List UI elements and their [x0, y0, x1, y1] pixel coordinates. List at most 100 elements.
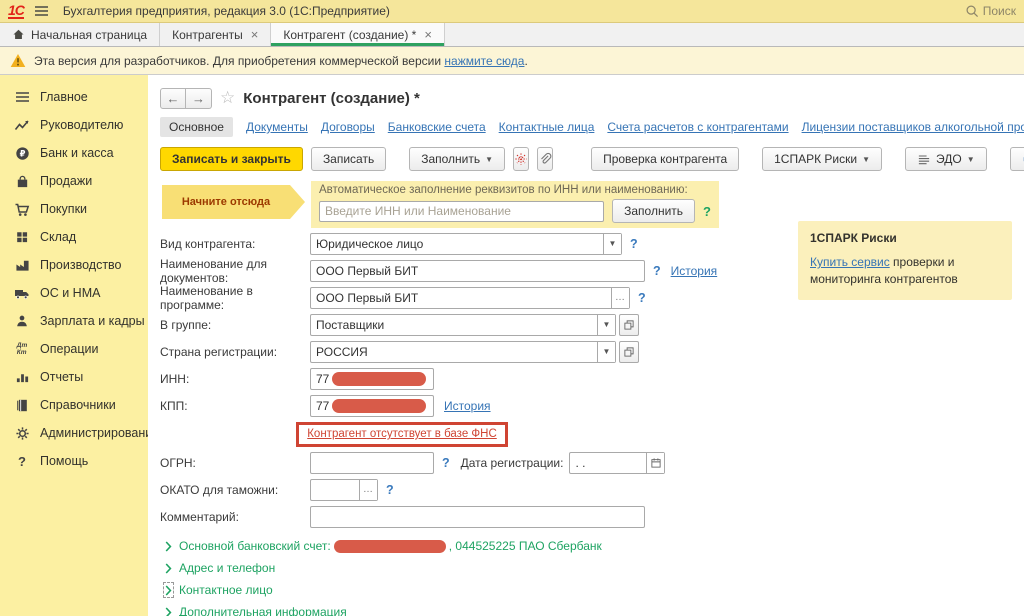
- section-bank-account[interactable]: Основной банковский счет:, 044525225 ПАО…: [160, 535, 1024, 557]
- help-icon[interactable]: ?: [386, 483, 394, 497]
- doc-name-history-link[interactable]: История: [671, 264, 718, 278]
- doc-name-input[interactable]: [310, 260, 645, 282]
- edo-button[interactable]: ЭДО▼: [905, 147, 987, 171]
- buy-service-link[interactable]: Купить сервис: [810, 255, 890, 269]
- prog-name-input[interactable]: …: [310, 287, 630, 309]
- section-address-phone[interactable]: Адрес и телефон: [160, 557, 1024, 579]
- sidebar-item-bank-i-kassa[interactable]: ₽ Банк и касса: [0, 139, 148, 167]
- ellipsis-icon[interactable]: …: [359, 480, 377, 500]
- banner-text: Эта версия для разработчиков. Для приобр…: [34, 54, 528, 68]
- sidebar-item-prodazhi[interactable]: Продажи: [0, 167, 148, 195]
- sidebar-item-glavnoe[interactable]: Главное: [0, 83, 148, 111]
- paperclip-icon: [538, 152, 552, 166]
- section-extra-info[interactable]: Дополнительная информация: [160, 601, 1024, 616]
- field-label: Наименование для документов:: [160, 257, 310, 285]
- form-row-ogrn: ОГРН: ? Дата регистрации:: [160, 449, 1024, 476]
- form-row-kpp: КПП: История: [160, 392, 1024, 419]
- back-button[interactable]: ←: [160, 88, 186, 109]
- inn-or-name-input[interactable]: [319, 201, 604, 222]
- ogrn-input[interactable]: [310, 452, 434, 474]
- banner-link[interactable]: нажмите сюда: [444, 54, 524, 68]
- factory-icon: [13, 258, 31, 272]
- warning-icon: [10, 53, 26, 68]
- help-icon[interactable]: ?: [653, 264, 661, 278]
- spark-risks-panel: 1СПАРК Риски Купить сервис проверки и мо…: [798, 221, 1012, 300]
- sidebar-item-sklad[interactable]: Склад: [0, 223, 148, 251]
- tab-home[interactable]: Начальная страница: [0, 23, 160, 46]
- chevron-down-icon[interactable]: ▼: [597, 342, 615, 362]
- autofill-help-icon[interactable]: ?: [703, 204, 711, 219]
- help-icon[interactable]: ?: [638, 291, 646, 305]
- field-label: ОКАТО для таможни:: [160, 483, 310, 497]
- field-label: КПП:: [160, 399, 310, 413]
- forward-button[interactable]: →: [186, 88, 212, 109]
- okato-input[interactable]: …: [310, 479, 378, 501]
- nav-osnovnoe[interactable]: Основное: [160, 117, 233, 137]
- favorite-star-icon[interactable]: ☆: [220, 88, 235, 108]
- sidebar-item-pomosch[interactable]: ? Помощь: [0, 447, 148, 475]
- kpp-history-link[interactable]: История: [444, 399, 491, 413]
- form-row-comment: Комментарий:: [160, 503, 1024, 530]
- chevron-right-icon: [160, 541, 176, 552]
- fns-alert-box: Контрагент отсутствует в базе ФНС: [296, 422, 508, 447]
- ellipsis-icon[interactable]: …: [611, 288, 629, 308]
- open-item-button[interactable]: [619, 314, 639, 336]
- comment-input[interactable]: [310, 506, 645, 528]
- chevron-right-icon: [160, 607, 176, 616]
- tab-kontragenty[interactable]: Контрагенты ×: [160, 23, 271, 46]
- sidebar-item-spravochniki[interactable]: Справочники: [0, 391, 148, 419]
- close-icon[interactable]: ×: [251, 27, 259, 42]
- section-contact-person[interactable]: Контактное лицо: [160, 579, 1024, 601]
- nav-dogovory[interactable]: Договоры: [321, 120, 375, 134]
- open-item-button[interactable]: [619, 341, 639, 363]
- main-content: ← → ☆ Контрагент (создание) * Основное Д…: [148, 75, 1024, 616]
- calendar-icon[interactable]: [646, 453, 664, 473]
- attachment-button[interactable]: [537, 147, 553, 171]
- chevron-down-icon[interactable]: ▼: [603, 234, 621, 254]
- sidebar-item-pokupki[interactable]: Покупки: [0, 195, 148, 223]
- sidebar-item-otchety[interactable]: Отчеты: [0, 363, 148, 391]
- global-search[interactable]: Поиск: [965, 4, 1016, 18]
- sidebar-item-proizvodstvo[interactable]: Производство: [0, 251, 148, 279]
- section-label: Основной банковский счет:, 044525225 ПАО…: [179, 539, 602, 553]
- help-icon[interactable]: ?: [630, 237, 638, 251]
- help-icon[interactable]: ?: [442, 456, 450, 470]
- fns-missing-link[interactable]: Контрагент отсутствует в базе ФНС: [307, 428, 497, 440]
- chevron-down-icon[interactable]: ▼: [597, 315, 615, 335]
- sidebar-item-rukovoditelyu[interactable]: Руководителю: [0, 111, 148, 139]
- nav-scheta-raschetov[interactable]: Счета расчетов с контрагентами: [607, 120, 788, 134]
- country-select[interactable]: ▼: [310, 341, 616, 363]
- kpp-input[interactable]: [310, 395, 434, 417]
- nav-kontaktnye-lica[interactable]: Контактные лица: [499, 120, 595, 134]
- chevron-right-icon: [165, 585, 172, 596]
- inn-input[interactable]: [310, 368, 434, 390]
- nav-dokumenty[interactable]: Документы: [246, 120, 308, 134]
- sidebar-item-operacii[interactable]: ДтКт Операции: [0, 335, 148, 363]
- reg-date-input[interactable]: [569, 452, 665, 474]
- form-row-okato: ОКАТО для таможни: … ?: [160, 476, 1024, 503]
- field-label: Дата регистрации:: [461, 456, 564, 470]
- envelope-button[interactable]: Конверт: [1010, 147, 1024, 171]
- hamburger-menu-icon[interactable]: [34, 5, 49, 17]
- field-label: ИНН:: [160, 372, 310, 386]
- sidebar-item-administrirovanie[interactable]: Администрирование: [0, 419, 148, 447]
- kind-select[interactable]: ▼: [310, 233, 622, 255]
- group-select[interactable]: ▼: [310, 314, 616, 336]
- spark-risks-button[interactable]: 1СПАРК Риски▼: [762, 147, 882, 171]
- field-label: Наименование в программе:: [160, 284, 310, 312]
- save-button[interactable]: Записать: [311, 147, 386, 171]
- autofill-fill-button[interactable]: Заполнить: [612, 199, 695, 223]
- save-close-button[interactable]: Записать и закрыть: [160, 147, 303, 171]
- tab-kontragent-create[interactable]: Контрагент (создание) * ×: [271, 23, 445, 46]
- burst-icon: [514, 152, 528, 166]
- sidebar-item-zarplata-i-kadry[interactable]: Зарплата и кадры: [0, 307, 148, 335]
- nav-licenzii[interactable]: Лицензии поставщиков алкогольной продукц…: [802, 120, 1024, 134]
- tab-label: Контрагенты: [172, 28, 243, 42]
- check-counterparty-button[interactable]: Проверка контрагента: [591, 147, 739, 171]
- spark-burst-button[interactable]: [513, 147, 529, 171]
- fill-button[interactable]: Заполнить▼: [409, 147, 505, 171]
- sidebar-item-os-i-nma[interactable]: ОС и НМА: [0, 279, 148, 307]
- autofill-panel: Автоматическое заполнение реквизитов по …: [311, 181, 719, 228]
- nav-bankovskie-scheta[interactable]: Банковские счета: [388, 120, 486, 134]
- close-icon[interactable]: ×: [424, 27, 432, 42]
